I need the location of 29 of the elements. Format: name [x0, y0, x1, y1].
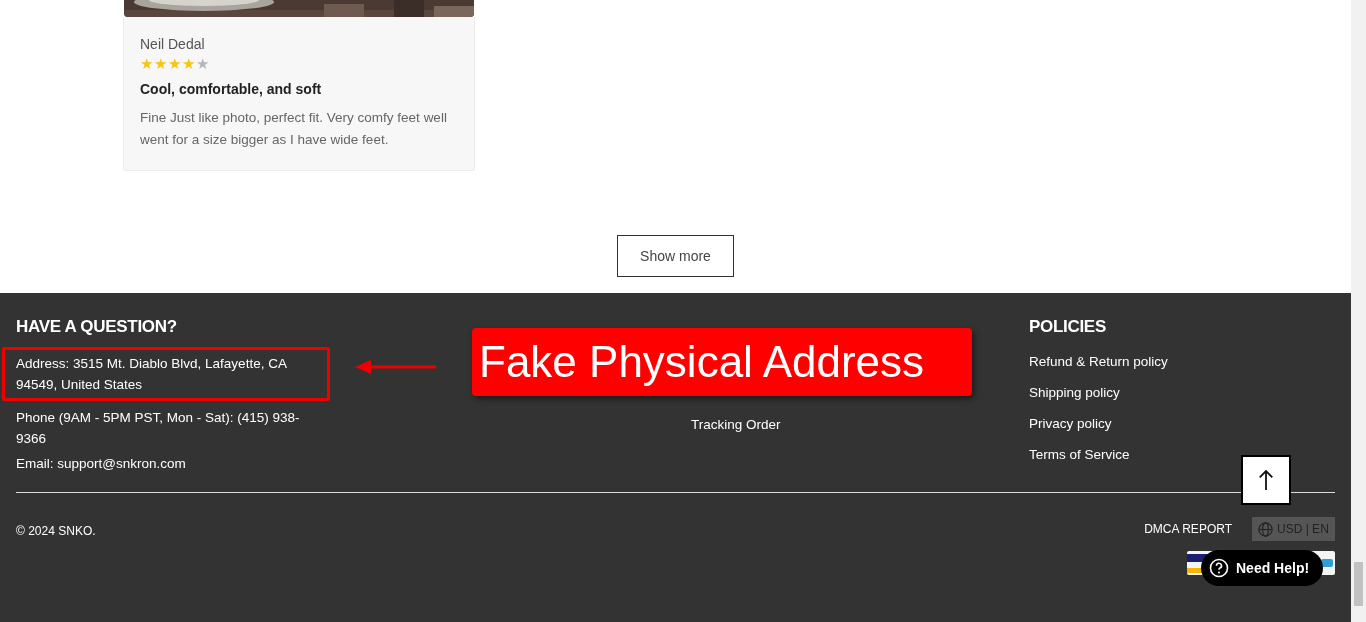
- contact-info: Address: 3515 Mt. Diablo Blvd, Lafayette, CA 94549, United States: [16, 355, 288, 394]
- review-title: Cool, comfortable, and soft: [140, 81, 323, 97]
- contact-info: Phone (9AM - 5PM PST, Mon - Sat): (415) 938-9366: [16, 409, 301, 448]
- footer-link[interactable]: Privacy policy: [1029, 413, 1168, 434]
- annotation-label: Fake Physical Address: [472, 328, 972, 396]
- footer-link[interactable]: Tracking Order: [691, 414, 1029, 435]
- star-icon: ★: [154, 56, 167, 72]
- help-chat-button[interactable]: Need Help!: [1201, 550, 1324, 586]
- star-icon: ★: [182, 56, 195, 72]
- contact-info: Email: support@snkron.com: [16, 455, 187, 473]
- star-icon: ★: [196, 56, 209, 72]
- show-more-button[interactable]: Show more: [617, 235, 734, 277]
- footer-heading: POLICIES: [1029, 317, 1107, 337]
- back-to-top-button[interactable]: [1241, 455, 1291, 505]
- review-text: Fine Just like photo, perfect fit. Very comfy feet well went for a size bigger as I have wide feet.: [140, 109, 448, 149]
- footer-link[interactable]: Refund & Return policy: [1029, 351, 1168, 372]
- reviewer-name: Neil Dedal: [140, 36, 206, 52]
- dmca-link[interactable]: DMCA REPORT: [1144, 522, 1232, 536]
- globe-icon: [1258, 521, 1273, 537]
- copyright: © 2024 SNKO.: [16, 524, 96, 540]
- footer-link[interactable]: Shipping policy: [1029, 382, 1168, 403]
- arrow-up-icon: [1257, 467, 1275, 493]
- scrollbar[interactable]: [1351, 0, 1366, 622]
- arrow-icon: [355, 360, 437, 374]
- help-icon: [1209, 558, 1229, 578]
- footer-link[interactable]: Terms of Service: [1029, 444, 1168, 465]
- footer-heading: HAVE A QUESTION?: [16, 317, 178, 337]
- star-icon: ★: [140, 56, 153, 72]
- star-icon: ★: [168, 56, 181, 72]
